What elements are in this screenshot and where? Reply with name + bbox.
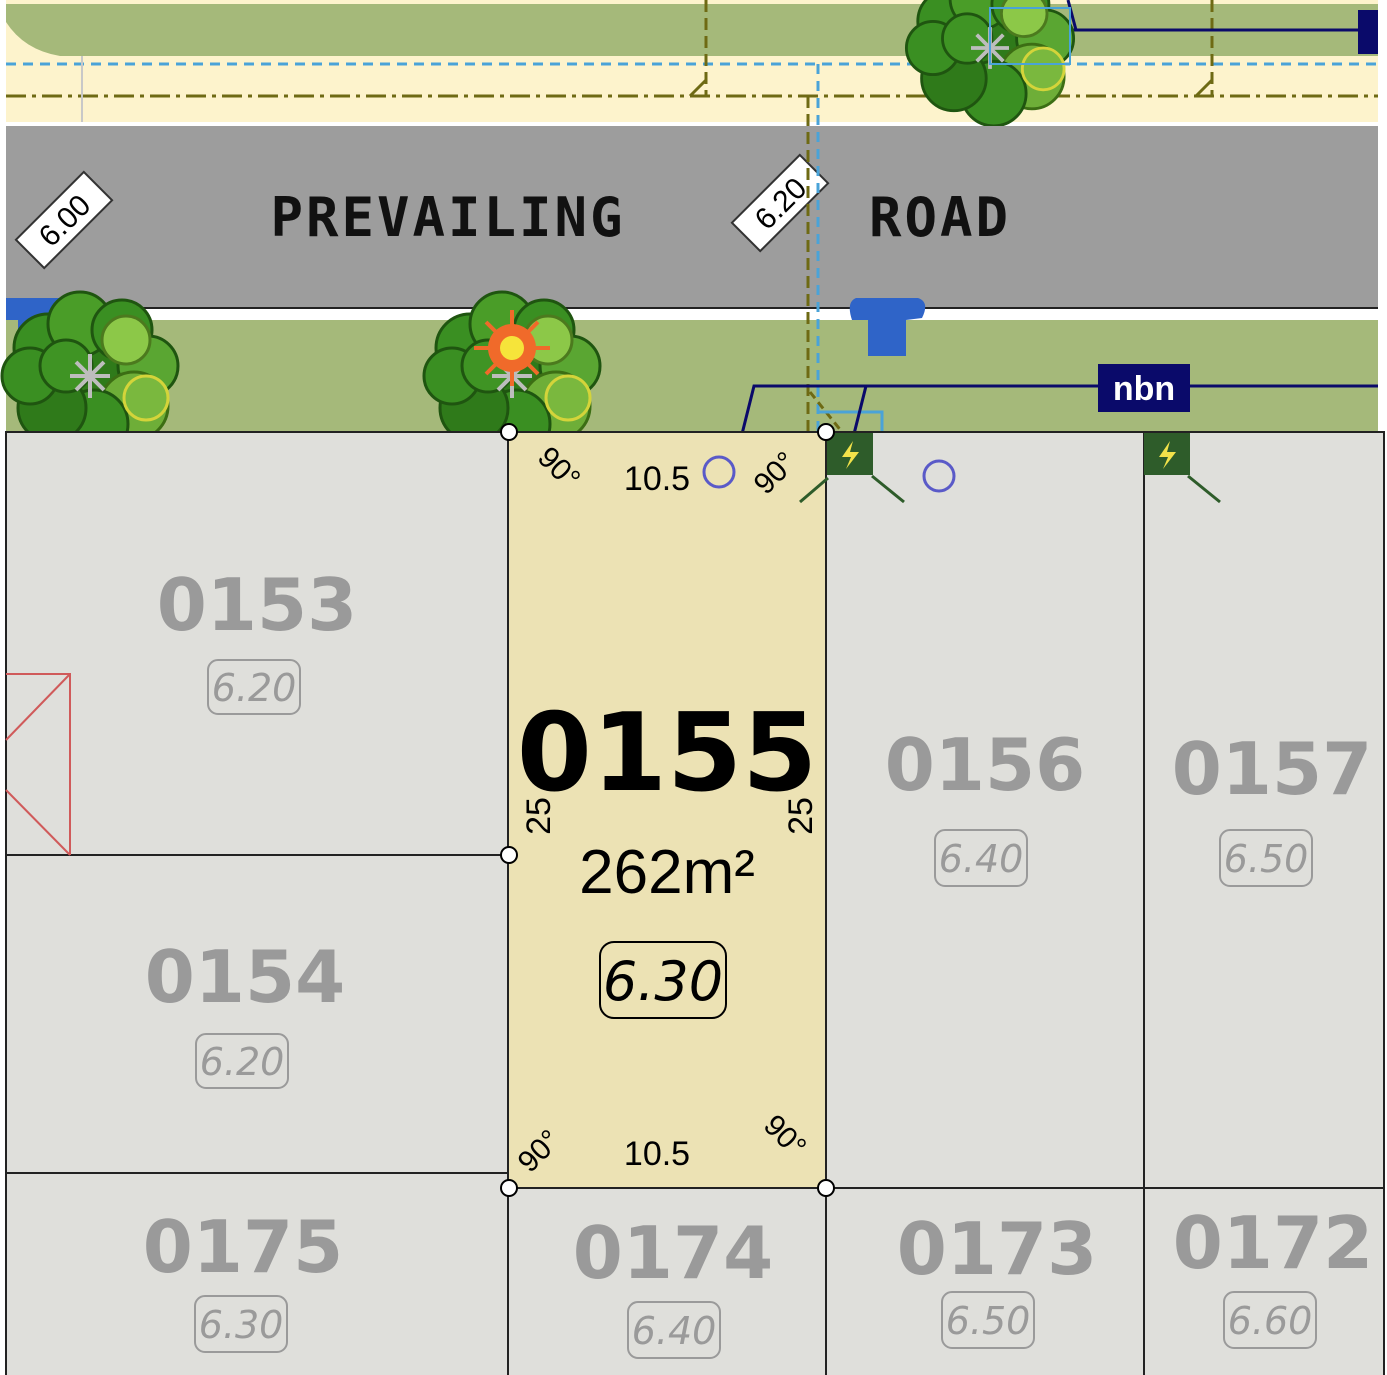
road-carriageway <box>6 126 1378 308</box>
lot-0153-level: 6.20 <box>212 666 297 710</box>
lot-0156[interactable] <box>825 431 1145 1189</box>
lot-0174-number: 0174 <box>573 1211 773 1295</box>
dim-depth-left: 25 <box>520 797 558 835</box>
nbn-label: nbn <box>1113 370 1175 408</box>
lot-0172-level: 6.60 <box>1228 1299 1313 1343</box>
lot-0174-level: 6.40 <box>632 1309 717 1353</box>
nbn-marker: nbn <box>1098 364 1190 412</box>
lot-0172-number: 0172 <box>1173 1201 1373 1285</box>
lot-plan-map: PREVAILING ROAD 6.00 6.20 nbn 0155 262m²… <box>0 0 1385 1375</box>
lot-0157-number: 0157 <box>1172 727 1372 811</box>
dim-depth-right: 25 <box>782 797 820 835</box>
lot-0155-area: 262m² <box>579 838 755 907</box>
lot-0154-level: 6.20 <box>200 1040 285 1084</box>
road-name-left: PREVAILING <box>270 186 625 249</box>
lot-0153-number: 0153 <box>157 563 357 647</box>
road-name-right: ROAD <box>869 186 1011 249</box>
lot-0154-number: 0154 <box>145 935 345 1019</box>
dim-frontage-bottom: 10.5 <box>624 1135 690 1173</box>
lot-0155-number: 0155 <box>517 691 818 816</box>
lot-0156-number: 0156 <box>885 723 1085 807</box>
lot-0175-level: 6.30 <box>199 1303 284 1347</box>
lot-0173-level: 6.50 <box>946 1299 1031 1343</box>
lot-0155-level: 6.30 <box>603 950 723 1013</box>
lot-0175-number: 0175 <box>143 1205 343 1289</box>
lot-0157-level: 6.50 <box>1224 837 1309 881</box>
lot-0173-number: 0173 <box>897 1207 1097 1291</box>
dim-frontage-top: 10.5 <box>624 460 690 498</box>
lot-0156-level: 6.40 <box>939 837 1024 881</box>
